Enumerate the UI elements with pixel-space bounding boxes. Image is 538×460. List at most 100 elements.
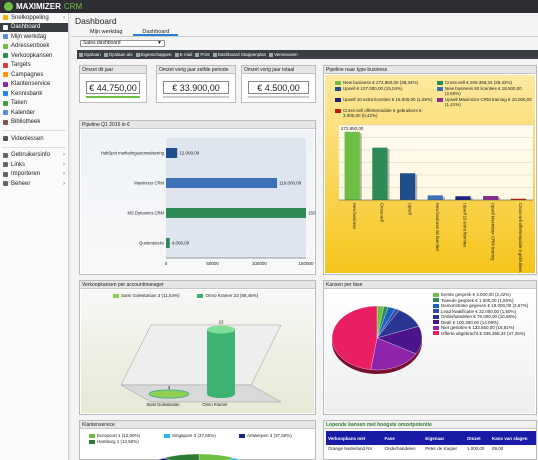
target-icon [3,62,8,68]
bar [427,195,443,200]
bar [455,196,471,200]
kpi-indicator [86,96,140,98]
star-icon [3,15,8,21]
toolbar-button-label: Opslaan [84,52,101,57]
tick-label: 50000 [206,261,219,266]
column-header[interactable]: Eigenaar [423,431,465,445]
sidebar-item-links[interactable]: Links › [0,160,68,170]
sidebar-item-dashboard[interactable]: Dashboard [0,22,68,32]
sidebar-item-campagnes[interactable]: Campagnes [0,70,68,80]
dashboard-select[interactable]: Sales dashboard ▼ [80,40,165,47]
category-label: Sami Golestanian [146,402,180,407]
tab-mijn-werkdag[interactable]: Mijn werkdag [81,28,131,36]
sidebar-item-kalender[interactable]: Kalender [0,108,68,118]
toolbar-button-e-mail[interactable]: E-mail [174,52,192,57]
table-cell: Orange Nederland NV [328,446,373,451]
campaign-icon [3,72,8,78]
table-cell: Onderhandelen [384,446,416,451]
sidebar-item-videolessen[interactable]: Videolessen [0,134,68,144]
sidebar-item-gebruikersinfo[interactable]: Gebruikersinfo › [0,151,68,161]
panel-title: Verkoopkansen per accountmanager [80,281,315,289]
bar-bottom [207,390,235,398]
support-icon [3,81,8,87]
sidebar-item-targets[interactable]: Targets [0,61,68,71]
legend-swatch [433,309,439,313]
column-header[interactable]: Omzet [465,431,490,445]
sidebar-divider [2,146,66,148]
bar-shadow [498,197,501,200]
toolbar-icon [212,52,217,57]
sidebar-item-taken[interactable]: Taken [0,99,68,109]
tab-dashboard[interactable]: Dashboard [133,28,179,36]
toolbar-button-vernieuwen[interactable]: Vernieuwen [269,52,298,57]
bar-shadow [415,174,418,200]
per-accountmanager-chart: 3Sami Golestanian23Onno Kramer [120,320,282,407]
bar-shadow [470,197,473,200]
library-icon [3,119,8,125]
category-label: New business 60 licenties [435,203,440,251]
kpi-omzet-vorig-jaar-totaal: Omzet vorig jaar totaal € 4.500,00 [241,65,316,103]
table-row[interactable]: Orange Nederland NV Onderhandelen Peter de… [326,445,536,452]
brand-suffix: CRM [63,2,83,11]
sidebar-item-label: Kennisbank [11,90,43,97]
plot-floor [120,384,282,403]
toolbar-button-label: Dashboard Stappenplan [217,52,267,57]
toolbar-button-eigenschappen[interactable]: Eigenschappen [135,52,172,57]
video-icon [3,136,8,142]
legend-label: Onderhandelen € 76.000,00 (10,68%) [441,314,517,319]
legend-item: Deal! € 100.300,00 (14,09%) [433,320,533,325]
toolbar-button-opslaan[interactable]: Opslaan [79,52,101,57]
toolbar-icon [135,52,140,57]
category-label: Onno Kramer [202,402,228,407]
plot-floor-back [120,324,282,386]
legend-label: Lead kwalificatie € 32.000,00 (1,50%) [441,308,517,314]
toolbar-button-dashboard-stappenplan[interactable]: Dashboard Stappenplan [212,52,267,57]
sidebar-item-mijn-werkdag[interactable]: Mijn werkdag [0,32,68,42]
sidebar-item-verkoopkansen[interactable]: Verkoopkansen [0,51,68,61]
tasks-icon [3,100,8,106]
column-header[interactable]: Kans van slagen [490,431,536,445]
gear-icon [3,181,8,187]
per-type-chart: 272.850,00 New business Cross-sell Upsell Ne… [339,124,533,273]
legend-item: Lead kwalificatie € 32.000,00 (1,50%) [433,309,533,314]
sidebar-item-bibliotheek[interactable]: Bibliotheek [0,118,68,128]
sidebar-item-klantenservice[interactable]: Klantenservice [0,80,68,90]
data-label: 4.000,00 [172,241,190,246]
sidebar-item-label: Campagnes [11,71,44,78]
legend-item: Demonstratie gegeven € 19.000,00 (2,67%) [433,303,533,308]
panel-body: Sami Golestanian 3 (11,54%) Onno Kramer 2… [81,290,314,413]
sidebar-item-label: Kalender [11,109,36,116]
panel-title: Kansen per fase [324,281,536,289]
chevron-right-icon: › [63,152,65,159]
app-logo[interactable]: MAXIMIZER CRM [4,2,82,11]
tick-label: 100000 [252,261,268,266]
kpi-value: € 4.500,00 [248,81,309,94]
category-label: Quotenteteks [139,241,164,246]
sidebar-item-beheer[interactable]: Beheer › [0,179,68,189]
kpi-omzet-dit-jaar: Omzet dit jaar € 44.750,00 [79,65,147,103]
column-header[interactable]: Verkoopkans met [326,431,382,445]
category-label: Upsell 10 extra licenties [463,203,468,247]
legend-label: Eerste gesprek € 3.000,00 (2,42%) [441,292,511,297]
panel-title: Klantenservice [80,421,315,429]
sidebar-item-kennisbank[interactable]: Kennisbank [0,89,68,99]
sidebar-item-snelkoppeling[interactable]: Snelkoppeling › [0,13,68,23]
chevron-right-icon: › [63,171,65,178]
sidebar-divider [2,130,66,131]
lopende-kansen-table: Verkoopkans met Fase Eigenaar Omzet Kans van… [326,431,536,452]
bar [166,148,178,158]
legend-item: Tweede gesprek € 1.000,00 (1,55%) [433,298,533,303]
sidebar-item-label: Videolessen [11,135,44,142]
logo-icon [4,2,13,11]
knowledge-icon [3,91,8,97]
legend-swatch [433,325,439,330]
legend-item: Onderhandelen € 76.000,00 (10,68%) [433,314,533,319]
toolbar-button-print[interactable]: Print [195,52,210,57]
sidebar-item-importeren[interactable]: Importeren › [0,170,68,180]
toolbar-button-opslaan-als[interactable]: Opslaan als [103,52,133,57]
calendar-icon [3,110,8,116]
legend-swatch [433,314,439,319]
bar [399,173,416,200]
sidebar-item-adressenboek[interactable]: Adressenboek [0,42,68,52]
column-header[interactable]: Fase [382,431,423,445]
